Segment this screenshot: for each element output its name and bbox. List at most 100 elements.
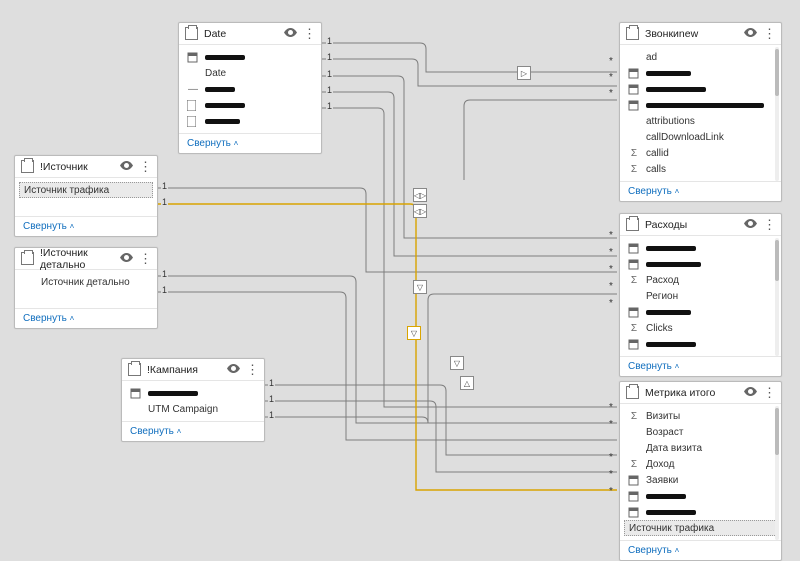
scrollbar[interactable] <box>775 406 779 540</box>
table-campaign[interactable]: !Кампания ⋮ UTM Campaign Свернуть ˄ <box>121 358 265 442</box>
direction-node: ▽ <box>413 280 427 294</box>
table-costs[interactable]: Расходы ⋮ ΣРасход Регион ΣClicks Свернут… <box>619 213 782 377</box>
cardinality-many: * <box>609 402 613 413</box>
table-source[interactable]: !Источник ⋮ Источник трафика Свернуть ˄ <box>14 155 158 237</box>
more-icon[interactable]: ⋮ <box>246 366 258 374</box>
collapse-link[interactable]: Свернуть ˄ <box>620 356 781 376</box>
visibility-icon[interactable] <box>227 364 240 376</box>
direction-node-selected: ▽ <box>407 326 421 340</box>
cardinality-many: * <box>609 264 613 275</box>
table-source-detail[interactable]: !Источник детально ⋮ Источник детально С… <box>14 247 158 329</box>
field-row[interactable] <box>620 304 781 320</box>
collapse-link[interactable]: Свернуть ˄ <box>620 540 781 560</box>
field-row[interactable]: ΣДоход <box>620 456 781 472</box>
table-title: Date <box>204 28 278 40</box>
field-row[interactable]: Σcalls <box>620 161 781 177</box>
cardinality-one: 1 <box>268 378 275 388</box>
collapse-link[interactable]: Свернуть ˄ <box>122 421 264 441</box>
more-icon[interactable]: ⋮ <box>303 30 315 38</box>
field-row[interactable]: ΣВизиты <box>620 408 781 424</box>
field-row[interactable] <box>620 256 781 272</box>
scrollbar[interactable] <box>775 238 779 356</box>
more-icon[interactable]: ⋮ <box>763 389 775 397</box>
cardinality-one: 1 <box>268 394 275 404</box>
field-row[interactable]: Дата визита <box>620 440 781 456</box>
table-title: !Источник детально <box>40 247 114 271</box>
field-row[interactable]: ΣРасход <box>620 272 781 288</box>
table-icon <box>626 218 639 231</box>
cardinality-one: 1 <box>161 269 168 279</box>
more-icon[interactable]: ⋮ <box>139 163 151 171</box>
more-icon[interactable]: ⋮ <box>139 255 151 263</box>
field-row[interactable]: Σcallid <box>620 145 781 161</box>
direction-node: ▽ <box>450 356 464 370</box>
cardinality-many: * <box>609 452 613 463</box>
visibility-icon[interactable] <box>120 161 133 173</box>
more-icon[interactable]: ⋮ <box>763 30 775 38</box>
cardinality-many: * <box>609 298 613 309</box>
field-row[interactable] <box>620 65 781 81</box>
cardinality-one: 1 <box>326 36 333 46</box>
field-row[interactable]: ΣClicks <box>620 320 781 336</box>
table-icon <box>128 363 141 376</box>
field-row[interactable]: attributions <box>620 113 781 129</box>
cardinality-one: 1 <box>326 101 333 111</box>
field-row[interactable]: — <box>179 81 321 97</box>
visibility-icon[interactable] <box>120 253 133 265</box>
field-row[interactable] <box>179 49 321 65</box>
collapse-link[interactable]: Свернуть ˄ <box>15 308 157 328</box>
field-row[interactable] <box>179 97 321 113</box>
table-calls[interactable]: Звонкиnew ⋮ ad attributions callDownload… <box>619 22 782 202</box>
cardinality-many: * <box>609 419 613 430</box>
cardinality-many: * <box>609 469 613 480</box>
field-row[interactable]: callDownloadLink <box>620 129 781 145</box>
visibility-icon[interactable] <box>744 219 757 231</box>
table-title: Расходы <box>645 219 738 231</box>
field-row[interactable] <box>620 240 781 256</box>
visibility-icon[interactable] <box>744 28 757 40</box>
table-icon <box>185 27 198 40</box>
cardinality-many: * <box>609 247 613 258</box>
table-title: !Источник <box>40 161 114 173</box>
cardinality-one: 1 <box>161 197 168 207</box>
table-title: Метрика итого <box>645 387 738 399</box>
collapse-link[interactable]: Свернуть ˄ <box>15 216 157 236</box>
table-icon <box>21 160 34 173</box>
scrollbar[interactable] <box>775 47 779 181</box>
more-icon[interactable]: ⋮ <box>763 221 775 229</box>
field-row-selected[interactable]: Источник трафика <box>19 182 153 198</box>
cardinality-one: 1 <box>326 69 333 79</box>
table-date[interactable]: Date ⋮ Date — Свернуть ˄ <box>178 22 322 154</box>
cardinality-many: * <box>609 88 613 99</box>
visibility-icon[interactable] <box>284 28 297 40</box>
field-row[interactable]: UTM Campaign <box>122 401 264 417</box>
field-row[interactable] <box>620 488 781 504</box>
field-list: Date — <box>179 45 321 133</box>
table-icon <box>626 386 639 399</box>
collapse-link[interactable]: Свернуть ˄ <box>179 133 321 153</box>
field-row[interactable] <box>179 113 321 129</box>
direction-node: ◁▷ <box>413 204 427 218</box>
field-row[interactable]: Источник детально <box>15 274 157 290</box>
collapse-link[interactable]: Свернуть ˄ <box>620 181 781 201</box>
field-row[interactable]: Date <box>179 65 321 81</box>
field-row[interactable]: Регион <box>620 288 781 304</box>
cardinality-one: 1 <box>268 410 275 420</box>
field-row[interactable] <box>122 385 264 401</box>
visibility-icon[interactable] <box>744 387 757 399</box>
field-row[interactable] <box>620 81 781 97</box>
cardinality-one: 1 <box>161 181 168 191</box>
field-row[interactable]: ad <box>620 49 781 65</box>
table-icon <box>21 252 34 265</box>
direction-node: ◁▷ <box>413 188 427 202</box>
field-row[interactable]: Возраст <box>620 424 781 440</box>
table-title: !Кампания <box>147 364 221 376</box>
table-metrics[interactable]: Метрика итого ⋮ ΣВизиты Возраст Дата виз… <box>619 381 782 561</box>
field-row[interactable] <box>620 97 781 113</box>
table-icon <box>626 27 639 40</box>
field-row[interactable]: Заявки <box>620 472 781 488</box>
field-row-selected[interactable]: Источник трафика <box>624 520 777 536</box>
field-row[interactable] <box>620 504 781 520</box>
field-row[interactable] <box>620 336 781 352</box>
direction-node: △ <box>460 376 474 390</box>
